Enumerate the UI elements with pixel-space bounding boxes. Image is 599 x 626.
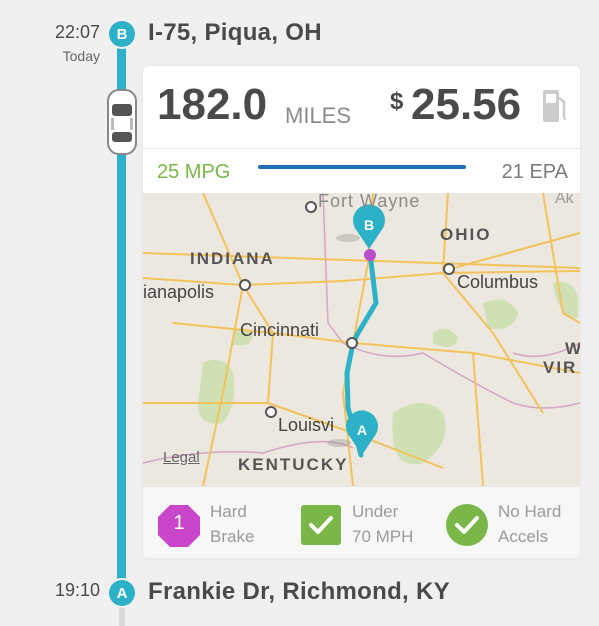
map-label-columbus: Columbus bbox=[457, 272, 539, 292]
distance-value: 182.0 bbox=[157, 80, 268, 129]
mpg-bar bbox=[258, 165, 466, 169]
end-day: Today bbox=[62, 48, 100, 64]
speed-line1: Under bbox=[352, 502, 399, 521]
hard-brake-line2: Brake bbox=[210, 527, 255, 546]
accel-line1: No Hard bbox=[498, 502, 562, 521]
map-label-ohio: OHIO bbox=[440, 225, 492, 244]
map-label-indiana: INDIANA bbox=[190, 249, 275, 268]
car-icon bbox=[107, 89, 137, 155]
start-time: 19:10 bbox=[54, 580, 100, 600]
map-label-cincinnati: Cincinnati bbox=[240, 320, 320, 340]
route-map[interactable]: Fort Wayne OHIO INDIANA ianapolis Columb… bbox=[143, 193, 580, 486]
route-marker-b-label: B bbox=[363, 217, 375, 233]
map-label-louisville: Louisvi bbox=[278, 415, 335, 435]
gas-pump-icon bbox=[543, 90, 567, 122]
map-canvas bbox=[143, 193, 580, 486]
map-label-kentucky: KENTUCKY bbox=[238, 455, 349, 474]
cost-value: 25.56 bbox=[411, 80, 522, 129]
start-location[interactable]: Frankie Dr, Richmond, KY bbox=[148, 578, 450, 606]
map-label-fort-wayne: Fort Wayne bbox=[318, 193, 421, 211]
accel-label: No Hard Accels bbox=[498, 499, 561, 549]
driving-stats: 1 Hard Brake Under 70 MPH No Hard Accels bbox=[143, 486, 580, 558]
checkbox-check-icon bbox=[301, 505, 341, 545]
mpg-value: 25 MPG bbox=[157, 161, 231, 183]
end-location[interactable]: I-75, Piqua, OH bbox=[148, 19, 322, 47]
end-time: 22:07 bbox=[54, 22, 100, 42]
map-label-indianapolis: ianapolis bbox=[143, 282, 215, 302]
route-marker-a-label: A bbox=[356, 422, 368, 438]
end-marker-b: B bbox=[109, 21, 135, 47]
distance-unit: MILES bbox=[285, 103, 352, 128]
legal-link[interactable]: Legal bbox=[163, 449, 200, 466]
speed-label: Under 70 MPH bbox=[352, 499, 413, 549]
currency-symbol: $ bbox=[390, 88, 404, 115]
hard-brake-label: Hard Brake bbox=[210, 499, 254, 549]
hard-brake-count: 1 bbox=[173, 512, 185, 534]
hard-brake-line1: Hard bbox=[210, 502, 247, 521]
card-divider bbox=[143, 148, 580, 149]
speed-line2: 70 MPH bbox=[352, 527, 414, 546]
map-label-wv-2: VIR bbox=[543, 358, 578, 377]
circle-check-icon bbox=[446, 504, 488, 546]
trip-card[interactable]: 182.0 MILES $ 25.56 25 MPG 21 EPA Fort W… bbox=[143, 66, 580, 558]
map-label-wv-1: W bbox=[565, 339, 580, 358]
start-marker-a: A bbox=[109, 580, 135, 606]
accel-line2: Accels bbox=[498, 527, 549, 546]
map-label-ak: Ak bbox=[555, 193, 574, 207]
epa-value: 21 EPA bbox=[501, 161, 568, 183]
